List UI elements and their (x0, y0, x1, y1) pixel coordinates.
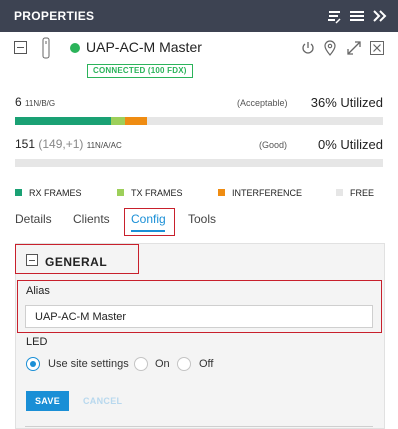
expand-icon[interactable] (346, 40, 362, 56)
radio-ng: 6 11N/B/G (Acceptable) 36% Utilized (15, 95, 383, 127)
legend-swatch (15, 189, 22, 196)
legend-swatch (117, 189, 124, 196)
legend-swatch (336, 189, 343, 196)
legend-label: RX FRAMES (29, 188, 82, 198)
legend-tx-frames: TX FRAMES (117, 188, 183, 198)
tab-tools[interactable]: Tools (188, 212, 216, 226)
radio-utilization: 36% Utilized (310, 95, 383, 110)
radio-quality: (Good) (259, 140, 288, 150)
radio-channel-width: (149,+1) (38, 137, 84, 151)
highlight-box-alias (17, 280, 382, 333)
collapse-toggle[interactable] (14, 41, 27, 54)
cancel-button[interactable]: CANCEL (83, 391, 122, 411)
legend-label: TX FRAMES (131, 188, 183, 198)
legend-swatch (218, 189, 225, 196)
radio-channel-info: 151 (149,+1) 11N/A/AC (15, 137, 122, 151)
restart-icon[interactable] (300, 40, 316, 56)
radio-quality: (Acceptable) (237, 98, 288, 108)
clear-filter-icon[interactable] (325, 7, 343, 25)
save-button[interactable]: SAVE (26, 391, 69, 411)
legend-label: INTERFERENCE (232, 188, 303, 198)
radio-channel: 6 (15, 95, 22, 109)
section-divider (25, 426, 373, 427)
tab-details[interactable]: Details (15, 212, 52, 226)
led-radio-off[interactable] (177, 357, 191, 371)
menu-icon[interactable] (348, 7, 366, 25)
double-chevron-right-icon[interactable] (371, 7, 389, 25)
utilization-bar (15, 159, 383, 167)
led-option-label[interactable]: Use site settings (48, 358, 129, 370)
led-option-label[interactable]: On (155, 358, 170, 370)
property-tabs: Details Clients Config Tools (0, 208, 398, 238)
highlight-box-config-tab (124, 208, 175, 236)
access-point-icon (42, 37, 50, 59)
legend-interference: INTERFERENCE (218, 188, 302, 198)
tx-frames-segment (111, 117, 126, 125)
status-dot (70, 43, 80, 53)
device-name: UAP-AC-M Master (86, 39, 202, 55)
legend-rx-frames: RX FRAMES (15, 188, 82, 198)
radio-band: 11N/A/AC (86, 141, 122, 150)
highlight-box-general (15, 244, 139, 274)
radio-utilization: 0% Utilized (317, 137, 383, 152)
led-label: LED (26, 336, 48, 348)
panel-title: PROPERTIES (14, 9, 95, 23)
close-icon[interactable] (369, 40, 385, 56)
interference-segment (125, 117, 147, 125)
radio-band: 11N/B/G (25, 99, 56, 108)
device-summary: UAP-AC-M Master CONNECTED (100 FDX) (0, 32, 398, 88)
connection-status-badge: CONNECTED (100 FDX) (87, 64, 193, 78)
radio-channel-info: 6 11N/B/G (15, 95, 55, 109)
led-option-label[interactable]: Off (199, 358, 213, 370)
rx-frames-segment (15, 117, 111, 125)
properties-header: PROPERTIES (0, 0, 398, 32)
utilization-legend: RX FRAMES TX FRAMES INTERFERENCE FREE (15, 188, 385, 202)
tab-clients[interactable]: Clients (73, 212, 110, 226)
led-radio-on[interactable] (134, 357, 148, 371)
legend-label: FREE (350, 188, 375, 198)
utilization-bar (15, 117, 383, 125)
radio-na: 151 (149,+1) 11N/A/AC (Good) 0% Utilized (15, 137, 383, 169)
radio-channel: 151 (15, 137, 36, 151)
legend-free: FREE (336, 188, 374, 198)
led-radio-use-site-settings[interactable] (26, 357, 40, 371)
locate-icon[interactable] (322, 40, 338, 56)
